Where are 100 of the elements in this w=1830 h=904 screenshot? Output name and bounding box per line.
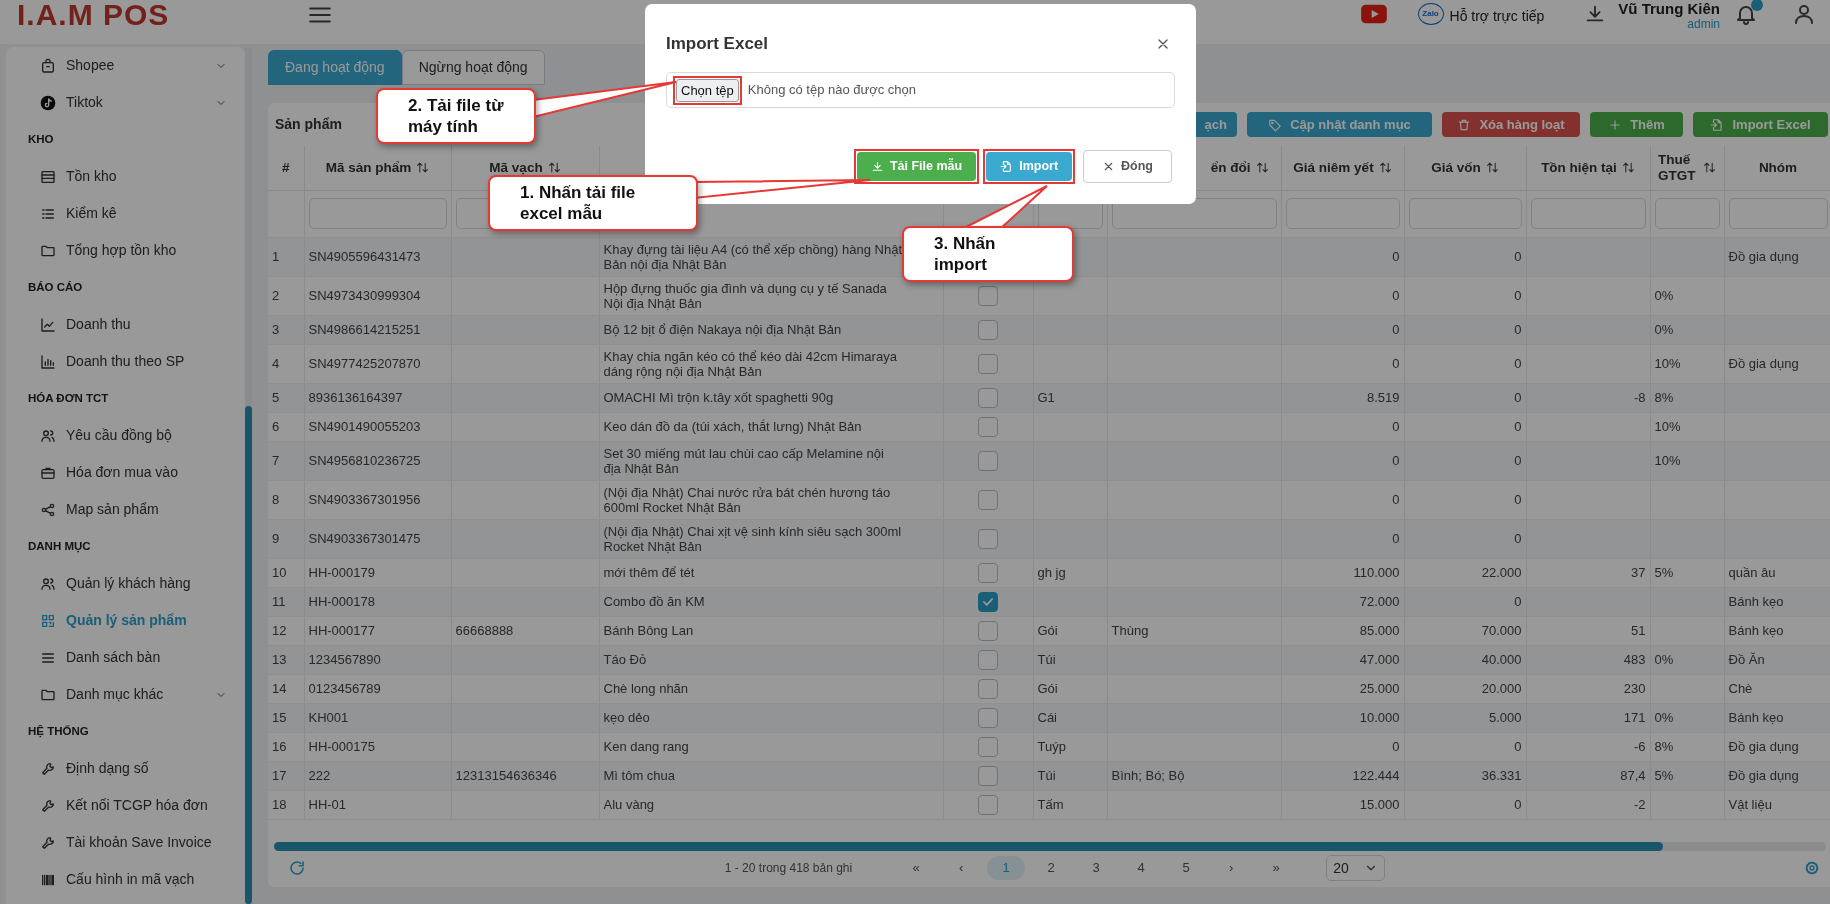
sidebar-item[interactable]: Kiểm kê <box>6 195 245 232</box>
table-cell: 2 <box>272 288 280 303</box>
row-checkbox[interactable] <box>978 794 998 815</box>
row-checkbox[interactable] <box>978 387 998 408</box>
previous-page-button[interactable]: ‹ <box>942 856 981 880</box>
sidebar-item[interactable]: Tồn kho <box>6 158 245 195</box>
table-cell: 6 <box>272 419 280 434</box>
table-cell: 36.331 <box>1481 768 1522 783</box>
support-link[interactable]: Hỗ trợ trực tiếp <box>1449 6 1545 27</box>
column-header[interactable]: Tồn hiện tại <box>1541 159 1635 176</box>
row-checkbox[interactable] <box>978 353 998 374</box>
refresh-icon[interactable] <box>288 859 306 877</box>
page-button[interactable]: 4 <box>1122 856 1161 880</box>
column-header[interactable]: ển đổi <box>1210 159 1269 176</box>
table-cell: Khay chia ngăn kéo có thể kéo dài 42cm Himaraya dáng rộng nội địa Nhật Bản <box>603 348 897 379</box>
row-checkbox[interactable] <box>978 765 998 786</box>
filter-field[interactable] <box>1530 198 1646 229</box>
table-cell: kẹo dẻo <box>603 710 650 725</box>
row-checkbox[interactable] <box>978 285 998 306</box>
table-cell: 8 <box>272 492 280 507</box>
table-cell: SN4903367301956 <box>308 492 421 507</box>
sidebar-item[interactable]: Yêu cầu đồng bộ <box>6 417 245 454</box>
column-header[interactable]: Mã sản phẩm <box>325 159 430 176</box>
filter-field[interactable] <box>1728 198 1828 229</box>
row-checkbox[interactable] <box>978 450 998 471</box>
page-button[interactable]: 5 <box>1167 856 1206 880</box>
table-cell: Túi <box>1037 768 1056 783</box>
row-checkbox[interactable] <box>978 678 998 699</box>
user-icon[interactable] <box>1792 2 1816 26</box>
table-cell: 0 <box>1514 322 1522 337</box>
table-cell: Táo Đỏ <box>603 652 647 667</box>
filter-field[interactable] <box>1111 198 1277 229</box>
sidebar-item[interactable]: Danh sách bàn <box>6 639 245 676</box>
row-checkbox[interactable] <box>978 736 998 757</box>
table-cell: SN4986614215251 <box>308 322 421 337</box>
settings-icon[interactable] <box>1804 860 1820 876</box>
row-checkbox[interactable] <box>978 591 998 612</box>
table-cell: Alu vàng <box>603 797 655 812</box>
toolbar-button[interactable]: Xóa hàng loạt <box>1442 112 1580 137</box>
column-header[interactable]: Giá niêm yết <box>1293 159 1392 176</box>
table-cell: 0 <box>1392 419 1400 434</box>
table-cell: 110.000 <box>1353 565 1400 580</box>
table-cell: 85.000 <box>1359 623 1400 638</box>
filter-field[interactable] <box>1654 198 1720 229</box>
table-cell: 7 <box>272 453 280 468</box>
table-cell: HH-000178 <box>308 594 375 609</box>
table-cell: 20.000 <box>1481 681 1522 696</box>
sidebar-item[interactable]: Tổng hợp tồn kho <box>6 232 245 269</box>
row-checkbox[interactable] <box>978 620 998 641</box>
page-size-select[interactable]: 20 <box>1326 855 1386 881</box>
table-cell: 0 <box>1392 531 1400 546</box>
notification-badge <box>1751 0 1763 11</box>
sidebar-item[interactable]: Doanh thu theo SP <box>6 343 245 380</box>
tab[interactable]: Ngừng hoạt động <box>401 50 545 85</box>
row-checkbox[interactable] <box>978 528 998 549</box>
section-heading: KHO <box>27 131 55 147</box>
filter-field[interactable] <box>1408 198 1522 229</box>
file-field[interactable]: Chọn tệp Không có tệp nào được chọn <box>666 72 1175 108</box>
sidebar-item[interactable]: Cấu hình in mã vạch <box>6 861 245 898</box>
first-page-button[interactable]: « <box>897 856 936 880</box>
table-cell: Bánh kẹo <box>1728 594 1784 609</box>
sidebar-item[interactable]: Quản lý khách hàng <box>6 565 245 602</box>
last-page-button[interactable]: » <box>1257 856 1296 880</box>
row-checkbox[interactable] <box>978 416 998 437</box>
row-checkbox[interactable] <box>978 489 998 510</box>
sidebar-item[interactable]: Shopee <box>6 47 245 84</box>
sidebar-item[interactable]: Kết nối TCGP hóa đơn <box>6 787 245 824</box>
sidebar-item[interactable]: Doanh thu <box>6 306 245 343</box>
section-heading: BÁO CÁO <box>27 279 84 295</box>
page-button[interactable]: 2 <box>1032 856 1071 880</box>
row-checkbox[interactable] <box>978 319 998 340</box>
column-header[interactable]: Nhóm <box>1758 159 1798 176</box>
scrollbar-thumb[interactable] <box>245 406 252 904</box>
row-checkbox[interactable] <box>978 562 998 583</box>
sidebar-item[interactable]: Danh mục khác <box>6 676 245 713</box>
column-header[interactable]: Thuế GTGT <box>1658 151 1716 184</box>
column-header[interactable]: Giá vốn <box>1431 159 1499 176</box>
page-button[interactable]: 3 <box>1077 856 1116 880</box>
bag-icon <box>40 57 56 74</box>
filter-field[interactable] <box>308 198 447 229</box>
sidebar-item[interactable]: Định dạng số <box>6 750 245 787</box>
next-page-button[interactable]: › <box>1212 856 1251 880</box>
sidebar-item[interactable]: Map sản phẩm <box>6 491 245 528</box>
table-cell: 70.000 <box>1481 623 1522 638</box>
section-heading: DANH MỤC <box>27 538 92 555</box>
table-cell: 10 <box>272 565 287 580</box>
choose-file-button[interactable]: Chọn tệp <box>676 78 739 102</box>
wrench-icon <box>40 760 56 777</box>
filter-field[interactable] <box>1285 198 1400 229</box>
sidebar-item[interactable]: Hóa đơn mua vào <box>6 454 245 491</box>
table-cell: SN4977425207870 <box>308 356 421 371</box>
row-checkbox[interactable] <box>978 649 998 670</box>
row-checkbox[interactable] <box>978 707 998 728</box>
sidebar-item[interactable]: Tiktok <box>6 84 245 121</box>
column-header[interactable]: Mã vạch <box>489 159 561 176</box>
app-logo[interactable]: I.A.M POS <box>17 0 170 30</box>
table-cell: SN4973430999304 <box>308 288 421 303</box>
dialog-button[interactable]: Đóng <box>1083 150 1172 183</box>
sidebar-item[interactable]: Tài khoản Save Invoice <box>6 824 245 861</box>
column-header[interactable]: # <box>282 159 290 176</box>
